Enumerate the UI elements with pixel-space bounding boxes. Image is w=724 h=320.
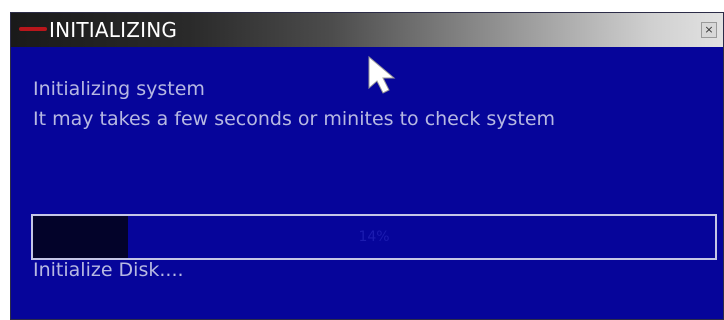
message-line-1: Initializing system	[33, 78, 205, 100]
status-text: Initialize Disk....	[33, 259, 184, 281]
progress-bar: 14%	[31, 214, 717, 260]
message-line-2: It may takes a few seconds or minites to…	[33, 108, 556, 130]
progress-percent-label: 14%	[358, 229, 390, 245]
title-accent-mark	[19, 27, 47, 31]
dialog-title: INITIALIZING	[49, 18, 178, 42]
mouse-pointer-icon	[368, 55, 396, 94]
title-bar: INITIALIZING ×	[11, 13, 723, 47]
close-icon[interactable]: ×	[701, 22, 717, 38]
